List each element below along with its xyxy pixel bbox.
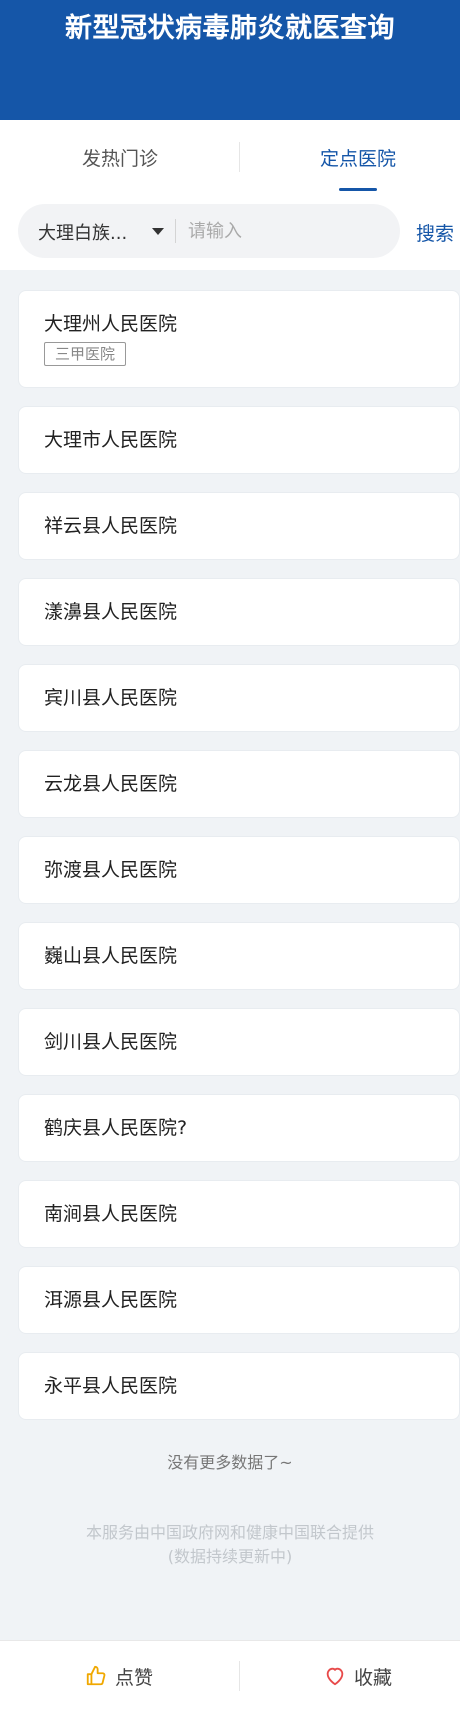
- hospital-card[interactable]: 鹤庆县人民医院?: [18, 1094, 460, 1162]
- like-label: 点赞: [115, 1667, 154, 1689]
- hospital-name: 永平县人民医院: [44, 1375, 178, 1397]
- hospital-name: 鹤庆县人民医院?: [44, 1117, 188, 1139]
- hospital-card[interactable]: 南涧县人民医院: [18, 1180, 460, 1248]
- service-note: 本服务由中国政府网和健康中国联合提供 (数据持续更新中): [0, 1521, 460, 1569]
- hospital-name: 大理市人民医院: [44, 429, 178, 451]
- hospital-grade-badge: 三甲医院: [44, 342, 127, 366]
- list-end-text: 没有更多数据了~: [167, 1453, 293, 1472]
- hospital-card[interactable]: 大理市人民医院: [18, 406, 460, 474]
- bottom-action-bar: 点赞 收藏: [0, 1640, 460, 1711]
- search-button[interactable]: 搜索: [416, 219, 454, 246]
- hospital-name: 洱源县人民医院: [44, 1289, 178, 1311]
- hospital-card[interactable]: 洱源县人民医院: [18, 1266, 460, 1334]
- hospital-card[interactable]: 云龙县人民医院: [18, 750, 460, 818]
- hospital-name: 漾濞县人民医院: [44, 601, 178, 623]
- hospital-name: 云龙县人民医院: [44, 773, 178, 795]
- tab-bar: 发热门诊 定点医院: [0, 120, 460, 192]
- tab-designated-hospital[interactable]: 定点医院: [258, 144, 458, 171]
- bottom-bar-divider: [239, 1661, 240, 1691]
- hospital-card[interactable]: 弥渡县人民医院: [18, 836, 460, 904]
- hospital-name: 弥渡县人民医院: [44, 859, 178, 881]
- hospital-name: 祥云县人民医院: [44, 515, 178, 537]
- hospital-name: 大理州人民医院: [44, 313, 178, 335]
- hospital-name: 宾川县人民医院: [44, 687, 178, 709]
- filter-panel: 发热门诊 定点医院 大理白族... 搜索: [0, 120, 460, 270]
- hospital-card[interactable]: 永平县人民医院: [18, 1352, 460, 1420]
- service-note-line2: (数据持续更新中): [167, 1547, 293, 1566]
- app-header: 新型冠状病毒肺炎就医查询: [0, 0, 460, 120]
- search-divider: [175, 219, 176, 243]
- hospital-name: 剑川县人民医院: [44, 1031, 178, 1053]
- hospital-card[interactable]: 漾濞县人民医院: [18, 578, 460, 646]
- hospital-card[interactable]: 祥云县人民医院: [18, 492, 460, 560]
- search-box: 大理白族...: [18, 204, 400, 258]
- hospital-card[interactable]: 剑川县人民医院: [18, 1008, 460, 1076]
- service-note-line1: 本服务由中国政府网和健康中国联合提供: [85, 1523, 374, 1542]
- favorite-label: 收藏: [354, 1667, 393, 1689]
- tab-divider: [239, 142, 240, 172]
- hospital-list: 大理州人民医院 三甲医院大理市人民医院 祥云县人民医院 漾濞县人民医院 宾川县人民医院云…: [18, 290, 460, 1438]
- hospital-card[interactable]: 大理州人民医院 三甲医院: [18, 290, 460, 388]
- hospital-name: 巍山县人民医院: [44, 945, 178, 967]
- hospital-card[interactable]: 宾川县人民医院: [18, 664, 460, 732]
- thumbs-up-icon: [86, 1665, 106, 1686]
- region-select[interactable]: 大理白族...: [38, 219, 127, 245]
- page-title: 新型冠状病毒肺炎就医查询: [65, 13, 395, 44]
- search-input[interactable]: [188, 215, 388, 247]
- tab-fever-clinic[interactable]: 发热门诊: [20, 144, 220, 171]
- heart-icon: [326, 1667, 344, 1686]
- hospital-card[interactable]: 巍山县人民医院: [18, 922, 460, 990]
- active-tab-indicator: [339, 188, 377, 191]
- hospital-name: 南涧县人民医院: [44, 1203, 178, 1225]
- caret-down-icon[interactable]: [152, 228, 164, 235]
